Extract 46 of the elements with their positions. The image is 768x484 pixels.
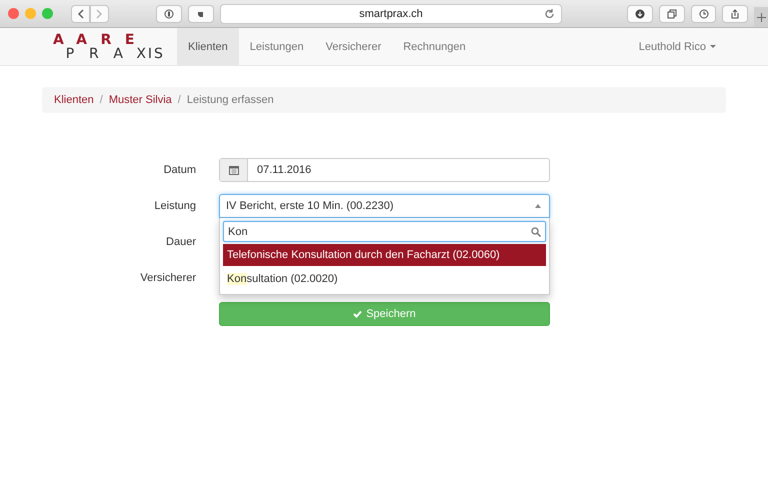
select-field[interactable]: IV Bericht, erste 10 Min. (00.2230): [219, 194, 550, 218]
search-icon: [531, 226, 541, 236]
date-field[interactable]: 07.11.2016: [219, 158, 550, 182]
breadcrumb-separator: /: [100, 94, 103, 106]
dropdown-option[interactable]: Konsultation (02.0020): [223, 268, 546, 290]
nav-tab[interactable]: Leistungen: [238, 28, 315, 65]
caret-icon: [535, 204, 541, 208]
new-tab-button[interactable]: [754, 7, 768, 27]
tabs-icon: [666, 8, 677, 18]
share-button[interactable]: [722, 4, 748, 22]
address-field[interactable]: smartprax.ch: [220, 4, 562, 24]
privacy-button[interactable]: [156, 4, 182, 22]
search-field[interactable]: Kon: [223, 221, 546, 242]
nav-tab[interactable]: Rechnungen: [392, 28, 477, 65]
search-value: Kon: [228, 226, 249, 238]
chevron-right-icon: [96, 8, 103, 18]
dropdown-option[interactable]: Telefonische Konsultation durch den Facharzt (02.0060): [223, 244, 546, 266]
logo[interactable]: A P A R R A E X I S: [53, 33, 163, 61]
nav-tab[interactable]: Klienten: [177, 28, 239, 65]
field-label: Leistung: [153, 200, 196, 212]
date-value: 07.11.2016: [256, 163, 312, 178]
download-icon: [634, 8, 645, 18]
field-label: Dauer: [165, 236, 196, 248]
user-menu[interactable]: Leuthold Rico: [638, 28, 716, 65]
field-label: Datum: [162, 164, 196, 176]
chevron-left-icon: [77, 8, 84, 18]
breadcrumb-link[interactable]: Klienten: [54, 94, 94, 106]
info-icon: [164, 8, 174, 18]
field-label: Versicherer: [139, 272, 196, 284]
history-button[interactable]: [690, 4, 716, 22]
clock-icon: [698, 8, 708, 18]
reload-icon[interactable]: [544, 8, 555, 20]
calendar-icon: [228, 165, 238, 175]
nav-tab[interactable]: Versicherer: [314, 28, 392, 65]
select-value: IV Bericht, erste 10 Min. (00.2230): [226, 200, 395, 212]
plus-icon: [756, 12, 766, 22]
back-button[interactable]: [71, 4, 90, 22]
breadcrumb-current: Leistung erfassen: [186, 94, 274, 106]
breadcrumb-separator: /: [178, 94, 181, 106]
tabs-button[interactable]: [658, 4, 685, 22]
breadcrumb-link[interactable]: Muster Silvia: [108, 94, 172, 106]
url-text: smartprax.ch: [359, 8, 423, 20]
check-icon: [353, 310, 362, 318]
extension-button[interactable]: [188, 4, 214, 22]
download-button[interactable]: [626, 4, 653, 22]
share-icon: [730, 8, 740, 18]
